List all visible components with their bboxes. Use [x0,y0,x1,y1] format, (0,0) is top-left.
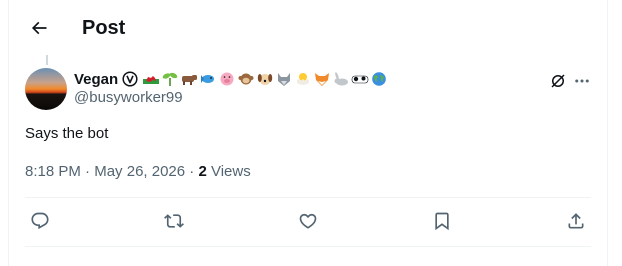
author-display-name[interactable]: Vegan [74,71,118,88]
post-time-link[interactable]: 8:18 PM · May 26, 2026 [25,163,189,180]
share-button[interactable] [565,210,587,232]
post-date: May 26, 2026 [94,163,186,180]
divider [25,197,591,198]
author-name-row: Vegan [74,69,389,89]
fish-icon [201,75,215,83]
meta-separator: · [85,163,91,180]
dog-face-icon [257,74,273,85]
grok-icon [551,74,565,88]
bookmark-button[interactable] [431,210,453,232]
views-count: 2 [198,163,207,180]
share-icon [568,213,584,229]
more-horizontal-icon [575,79,589,83]
repost-icon [164,214,184,228]
more-options-button[interactable] [571,70,593,92]
hatching-chick-icon [297,73,310,85]
divider [25,246,591,247]
thread-connector [46,55,48,65]
like-button[interactable] [297,210,319,232]
views-label: Views [210,163,251,180]
repost-button[interactable] [163,210,185,232]
back-button[interactable] [25,14,53,42]
cow-face-icon [351,75,369,84]
post-detail-panel: Post Vegan @busyworker99 Says the bot 8:… [8,0,608,266]
post-text: Says the bot [25,125,109,142]
avatar[interactable] [25,68,67,110]
bookmark-icon [435,212,449,231]
arrow-left-icon [31,21,47,35]
pig-face-icon [220,72,234,86]
rabbit-icon [334,72,349,86]
vegan-v-icon [122,71,138,87]
author-handle[interactable]: @busyworker99 [74,89,183,106]
reply-icon [31,212,49,230]
monkey-icon [238,73,254,85]
top-bar: Post [9,0,607,56]
name-emoji-row [142,71,389,87]
seedling-icon [162,72,178,86]
wales-flag-icon [143,74,160,84]
globe-earth-icon [372,72,386,86]
reply-button[interactable] [29,210,51,232]
wolf-face-icon [278,73,291,86]
post-time: 8:18 PM [25,163,81,180]
like-icon [299,213,317,229]
cow-icon [182,75,198,85]
grok-button[interactable] [547,70,569,92]
fox-face-icon [315,73,330,86]
page-title: Post [82,17,126,39]
meta-separator: · [189,163,195,180]
post-meta: 8:18 PM · May 26, 2026 · 2 Views [25,163,251,180]
